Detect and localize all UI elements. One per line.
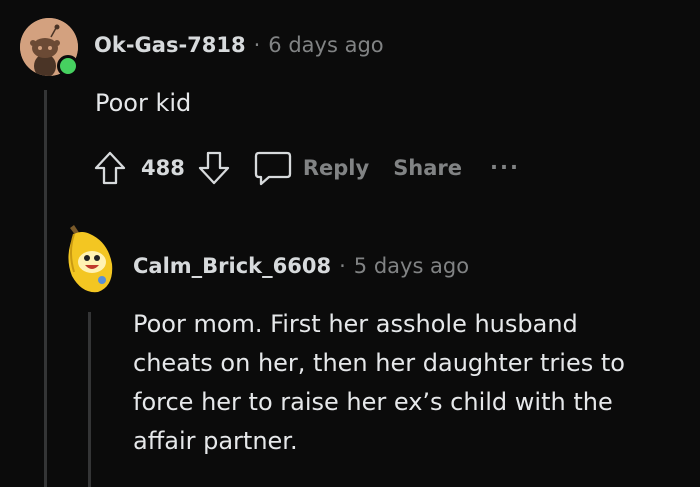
comment-bubble-icon (254, 151, 291, 186)
share-button[interactable]: Share (393, 156, 462, 180)
downvote-arrow-icon (198, 151, 229, 185)
comment-timestamp[interactable]: 5 days ago (354, 254, 469, 278)
thread-line-reply[interactable] (88, 312, 91, 487)
comment-text-line: cheats on her, then her daughter tries t… (133, 349, 625, 377)
meta-separator: · (253, 33, 261, 57)
comment-text-line: affair partner. (133, 427, 298, 455)
thread-line-main[interactable] (44, 90, 47, 487)
comment-text: Poor kid (95, 89, 192, 117)
online-status-indicator (57, 55, 79, 77)
comment-timestamp[interactable]: 6 days ago (268, 33, 383, 57)
banana-avatar-icon (68, 225, 113, 293)
meta-separator: · (339, 254, 346, 278)
comment-author[interactable]: Calm_Brick_6608 (133, 254, 331, 278)
upvote-arrow-icon (94, 151, 126, 185)
reply-button[interactable]: Reply (253, 149, 369, 187)
comment-author[interactable]: Ok-Gas-7818 (94, 33, 246, 57)
comment-body: Poor mom. First her asshole husband chea… (133, 305, 693, 461)
downvote-button[interactable] (195, 149, 233, 187)
comment-body: Poor kid (95, 84, 191, 123)
reply-label: Reply (302, 156, 370, 180)
comment-text-line: Poor mom. First her asshole husband (133, 310, 578, 338)
upvote-button[interactable] (91, 149, 129, 187)
comment-action-bar: 488 Reply Share ... (91, 148, 520, 188)
vote-count: 488 (141, 156, 185, 180)
more-options-icon[interactable]: ... (490, 150, 520, 174)
comment-text-line: force her to raise her ex’s child with t… (133, 388, 613, 416)
avatar[interactable] (62, 222, 116, 296)
